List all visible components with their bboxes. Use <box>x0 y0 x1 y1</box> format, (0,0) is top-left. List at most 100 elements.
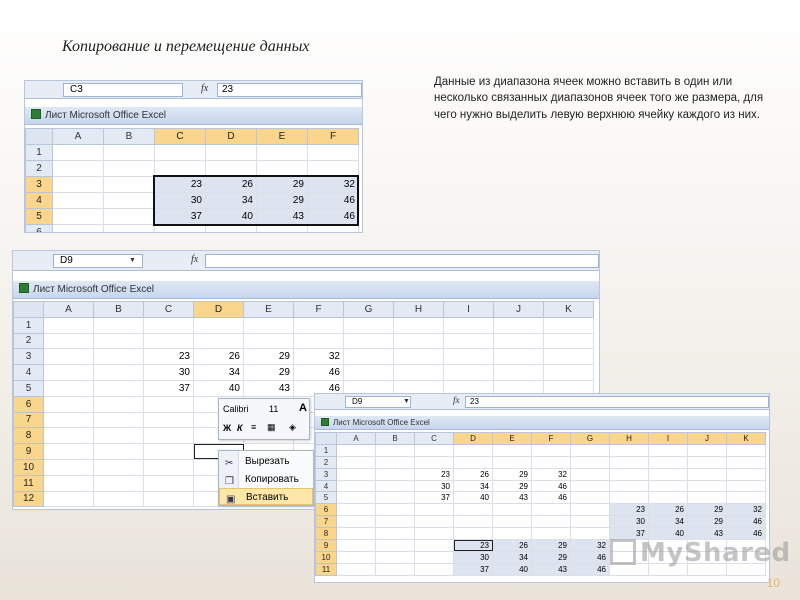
cell-e10[interactable]: 34 <box>492 550 532 564</box>
row-header-4[interactable]: 4 <box>315 479 337 493</box>
row-header-8[interactable]: 8 <box>13 427 44 445</box>
cell-c1[interactable] <box>154 144 206 161</box>
row-header-6[interactable]: 6 <box>25 224 53 232</box>
cell-j2[interactable] <box>493 332 544 350</box>
cell-c4[interactable]: 30 <box>154 192 206 209</box>
cell-k1[interactable] <box>543 316 594 334</box>
cell-k1[interactable] <box>726 443 766 457</box>
cell-h2[interactable] <box>393 332 444 350</box>
cell-h4[interactable] <box>609 479 649 493</box>
cell-d7[interactable] <box>453 515 493 529</box>
cell-c1[interactable] <box>143 316 194 334</box>
cell-b7[interactable] <box>375 515 415 529</box>
cell-b8[interactable] <box>93 427 144 445</box>
row-header-5[interactable]: 5 <box>13 379 44 397</box>
cell-a12[interactable] <box>43 490 94 508</box>
cell-i7[interactable]: 34 <box>648 515 688 529</box>
cell-i1[interactable] <box>443 316 494 334</box>
row-header-3[interactable]: 3 <box>25 176 53 193</box>
cell-e1[interactable] <box>256 144 308 161</box>
cell-f9[interactable]: 29 <box>531 539 571 552</box>
italic-button[interactable]: К <box>237 423 243 433</box>
cell-f6[interactable] <box>307 224 359 232</box>
cell-g11[interactable]: 46 <box>570 562 610 576</box>
cell-a7[interactable] <box>43 411 94 429</box>
cell-e6[interactable] <box>256 224 308 232</box>
cell-d2[interactable] <box>193 332 244 350</box>
cell-c2[interactable] <box>414 455 454 469</box>
cell-g7[interactable] <box>570 515 610 529</box>
cell-h5[interactable] <box>609 491 649 505</box>
cell-e1[interactable] <box>243 316 294 334</box>
row-header-7[interactable]: 7 <box>315 515 337 529</box>
grow-font-button[interactable]: A <box>299 402 307 414</box>
cell-b5[interactable] <box>103 208 155 225</box>
cell-a6[interactable] <box>43 395 94 413</box>
column-header-f[interactable]: F <box>307 128 359 145</box>
cell-i3[interactable] <box>443 348 494 366</box>
column-header-i[interactable]: I <box>648 432 688 445</box>
cell-f2[interactable] <box>293 332 344 350</box>
cell-b1[interactable] <box>93 316 144 334</box>
cell-j1[interactable] <box>493 316 544 334</box>
cell-k3[interactable] <box>726 467 766 481</box>
column-header-e[interactable]: E <box>243 301 294 318</box>
cell-b6[interactable] <box>103 224 155 232</box>
cell-e5[interactable]: 43 <box>492 491 532 505</box>
row-header-5[interactable]: 5 <box>25 208 53 225</box>
cell-e6[interactable] <box>492 503 532 517</box>
cell-c7[interactable] <box>143 411 194 429</box>
cell-f4[interactable]: 46 <box>531 479 571 493</box>
select-all-corner[interactable] <box>13 301 44 318</box>
column-header-c[interactable]: C <box>414 432 454 445</box>
cell-a1[interactable] <box>43 316 94 334</box>
column-header-b[interactable]: B <box>375 432 415 445</box>
cell-c8[interactable] <box>143 427 194 445</box>
cell-c3[interactable]: 23 <box>414 467 454 481</box>
align-center-icon[interactable]: ≡ <box>251 422 256 432</box>
cell-g6[interactable] <box>570 503 610 517</box>
cell-d3[interactable]: 26 <box>205 176 257 193</box>
cell-g5[interactable] <box>570 491 610 505</box>
cell-i4[interactable] <box>648 479 688 493</box>
cell-b3[interactable] <box>375 467 415 481</box>
cell-g10[interactable]: 46 <box>570 550 610 564</box>
cell-j1[interactable] <box>687 443 727 457</box>
cell-g4[interactable] <box>570 479 610 493</box>
column-header-c[interactable]: C <box>143 301 194 318</box>
cell-k7[interactable]: 46 <box>726 515 766 529</box>
cell-e11[interactable]: 40 <box>492 562 532 576</box>
row-header-2[interactable]: 2 <box>13 332 44 350</box>
cell-a7[interactable] <box>336 515 376 529</box>
cell-g2[interactable] <box>570 455 610 469</box>
row-header-11[interactable]: 11 <box>315 562 337 576</box>
row-header-4[interactable]: 4 <box>25 192 53 209</box>
cell-c6[interactable] <box>143 395 194 413</box>
cell-h7[interactable]: 30 <box>609 515 649 529</box>
cell-c1[interactable] <box>414 443 454 457</box>
cell-f7[interactable] <box>531 515 571 529</box>
cell-f3[interactable]: 32 <box>293 348 344 366</box>
row-header-3[interactable]: 3 <box>13 348 44 366</box>
cell-b7[interactable] <box>93 411 144 429</box>
cell-h6[interactable]: 23 <box>609 503 649 517</box>
fx-button[interactable]: fx <box>201 83 208 94</box>
cell-d11[interactable]: 37 <box>453 562 493 576</box>
cell-g8[interactable] <box>570 527 610 541</box>
cell-c2[interactable] <box>143 332 194 350</box>
cell-k4[interactable] <box>726 479 766 493</box>
cell-c10[interactable] <box>143 458 194 476</box>
cell-c11[interactable] <box>143 474 194 492</box>
cell-a5[interactable] <box>336 491 376 505</box>
name-box[interactable]: D9 <box>345 396 411 408</box>
cell-f1[interactable] <box>531 443 571 457</box>
cell-d9[interactable]: 23 <box>453 539 493 552</box>
column-header-d[interactable]: D <box>205 128 257 145</box>
cell-b11[interactable] <box>375 562 415 576</box>
row-header-10[interactable]: 10 <box>315 550 337 564</box>
cell-a1[interactable] <box>52 144 104 161</box>
cell-e3[interactable]: 29 <box>492 467 532 481</box>
row-header-1[interactable]: 1 <box>25 144 53 161</box>
cell-b1[interactable] <box>103 144 155 161</box>
cell-d4[interactable]: 34 <box>453 479 493 493</box>
